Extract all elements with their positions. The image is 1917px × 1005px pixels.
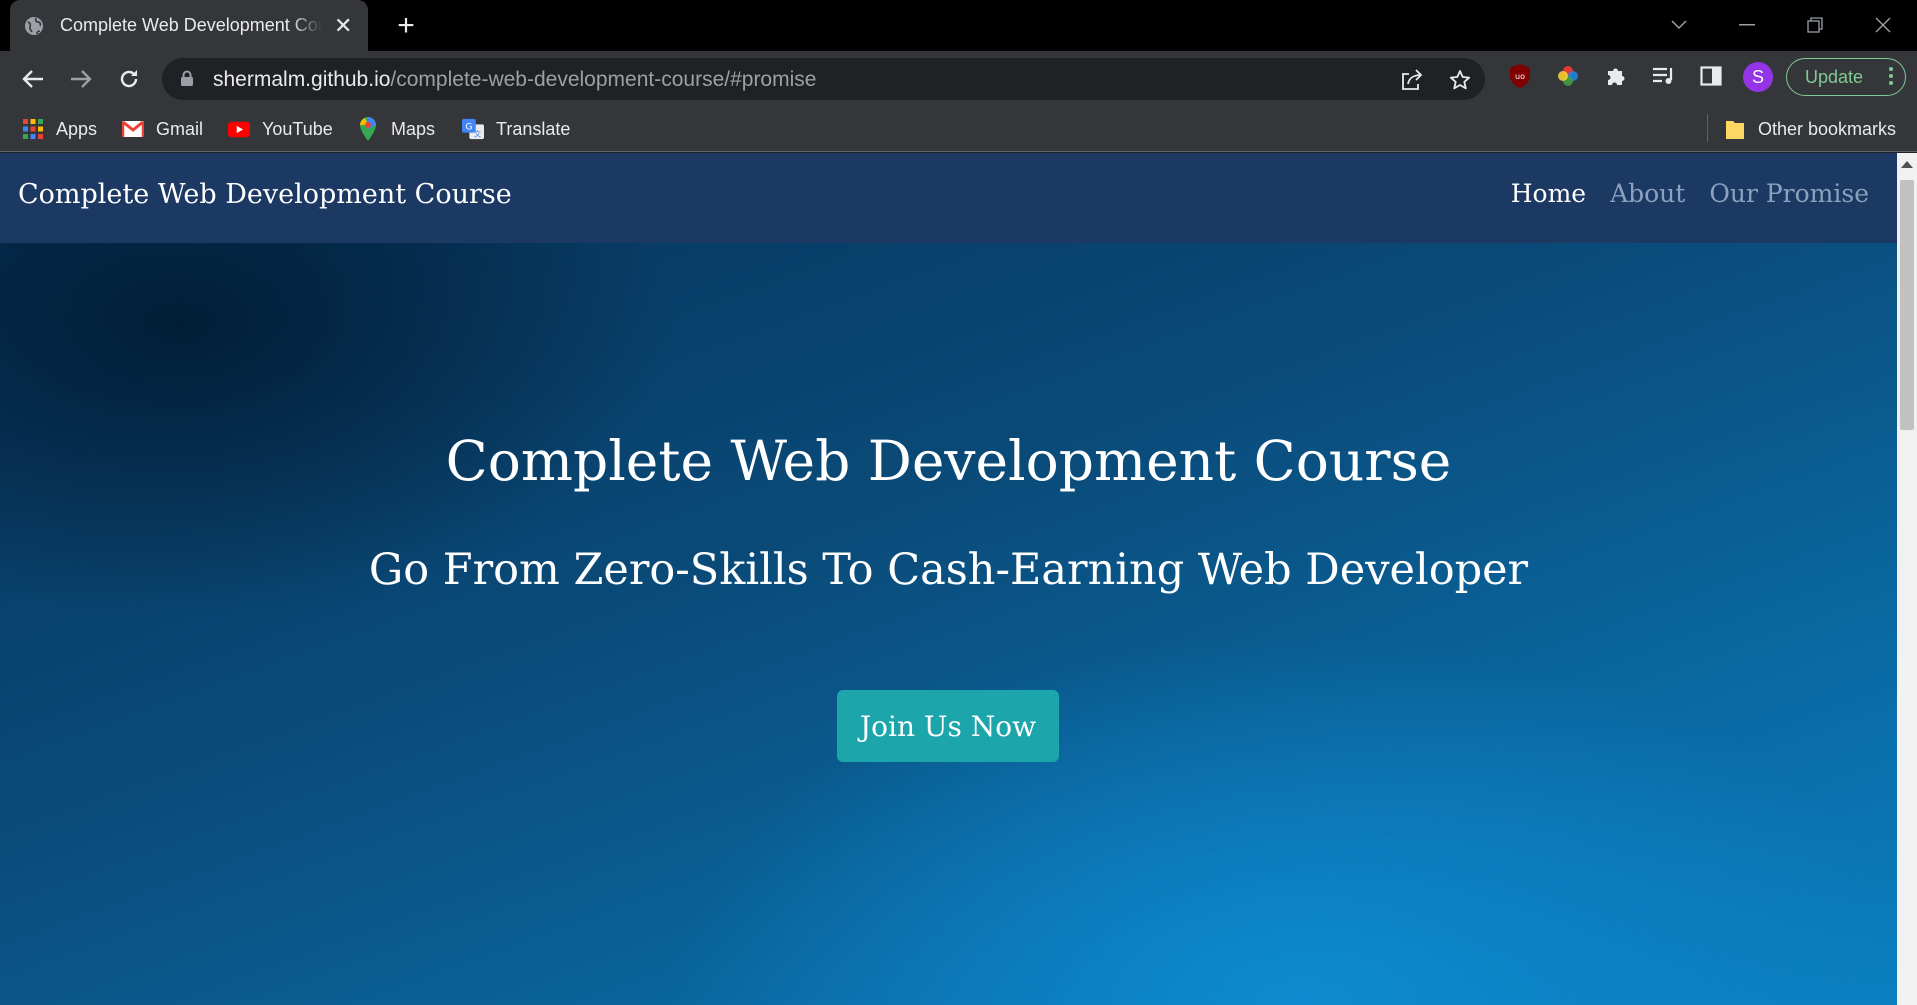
gmail-icon (122, 118, 144, 140)
media-queue-icon[interactable] (1650, 62, 1678, 90)
update-label: Update (1805, 66, 1864, 87)
page-scrollbar[interactable] (1897, 153, 1917, 1005)
hero-section: Complete Web Development Course Go From … (0, 243, 1897, 1005)
svg-text:uo: uo (1515, 72, 1525, 81)
bookmark-maps[interactable]: Maps (357, 116, 435, 142)
site-brand[interactable]: Complete Web Development Course (18, 179, 512, 210)
bookmarks-bar: Apps Gmail YouTube Maps G文 Translate (0, 106, 1917, 152)
url-path: /complete-web-development-course/#promis… (390, 68, 817, 91)
tab-search-icon[interactable] (1664, 10, 1694, 40)
page-viewport: Complete Web Development Course Home Abo… (0, 153, 1897, 1005)
maps-pin-icon (357, 117, 379, 141)
bookmark-apps[interactable]: Apps (22, 116, 97, 142)
profile-avatar[interactable]: S (1743, 62, 1773, 92)
bookmarks-divider (1707, 114, 1708, 142)
lock-icon[interactable] (180, 70, 194, 92)
nav-link-home[interactable]: Home (1511, 179, 1586, 208)
close-tab-icon[interactable]: ✕ (334, 14, 352, 37)
share-icon[interactable] (1400, 68, 1424, 92)
other-bookmarks-label: Other bookmarks (1758, 118, 1897, 139)
color-picker-extension-icon[interactable] (1554, 62, 1582, 90)
hero-title: Complete Web Development Course (445, 429, 1452, 493)
reload-icon[interactable] (113, 63, 145, 95)
bookmark-label: YouTube (262, 118, 333, 139)
address-bar[interactable]: shermalm.github.io/complete-web-developm… (162, 58, 1485, 100)
minimize-window-button[interactable] (1732, 10, 1762, 40)
close-window-button[interactable] (1868, 10, 1898, 40)
tab-strip: Complete Web Development Course ✕ + (0, 0, 1917, 51)
bookmark-label: Gmail (156, 118, 204, 139)
bookmark-star-icon[interactable] (1448, 68, 1472, 92)
scrollbar-thumb[interactable] (1900, 180, 1914, 430)
bookmark-youtube[interactable]: YouTube (228, 116, 333, 142)
youtube-icon (228, 118, 250, 140)
bookmark-gmail[interactable]: Gmail (122, 116, 203, 142)
restore-window-button[interactable] (1800, 10, 1830, 40)
browser-toolbar: shermalm.github.io/complete-web-developm… (0, 51, 1917, 106)
svg-text:G: G (465, 121, 472, 132)
translate-icon: G文 (462, 118, 484, 140)
tab-title: Complete Web Development Course (60, 15, 322, 35)
side-panel-icon[interactable] (1697, 62, 1725, 90)
bookmark-label: Translate (496, 118, 571, 139)
more-menu-icon[interactable] (1889, 67, 1893, 85)
join-us-button[interactable]: Join Us Now (837, 690, 1059, 762)
globe-icon (24, 16, 44, 36)
update-button[interactable]: Update (1786, 58, 1906, 96)
apps-grid-icon (22, 118, 44, 140)
bookmark-label: Maps (391, 118, 436, 139)
browser-tab[interactable]: Complete Web Development Course ✕ (10, 0, 368, 51)
nav-link-about[interactable]: About (1610, 179, 1685, 208)
new-tab-button[interactable]: + (391, 11, 421, 41)
site-navbar: Complete Web Development Course Home Abo… (0, 153, 1897, 243)
nav-links: Home About Our Promise (1511, 179, 1869, 208)
nav-link-our-promise[interactable]: Our Promise (1709, 179, 1869, 208)
url-text: shermalm.github.io/complete-web-developm… (213, 68, 816, 92)
hero-subtitle: Go From Zero-Skills To Cash-Earning Web … (368, 545, 1529, 595)
ublock-origin-icon[interactable]: uo (1506, 62, 1534, 90)
folder-icon (1724, 118, 1746, 140)
url-host: shermalm.github.io (213, 68, 391, 91)
forward-arrow-icon[interactable] (65, 63, 97, 95)
bookmark-label: Apps (56, 118, 98, 139)
other-bookmarks[interactable]: Other bookmarks (1724, 116, 1896, 142)
scroll-up-arrow-icon[interactable] (1901, 161, 1913, 168)
back-arrow-icon[interactable] (17, 63, 49, 95)
extensions-puzzle-icon[interactable] (1602, 62, 1630, 90)
svg-text:文: 文 (474, 129, 482, 138)
bookmark-translate[interactable]: G文 Translate (462, 116, 570, 142)
